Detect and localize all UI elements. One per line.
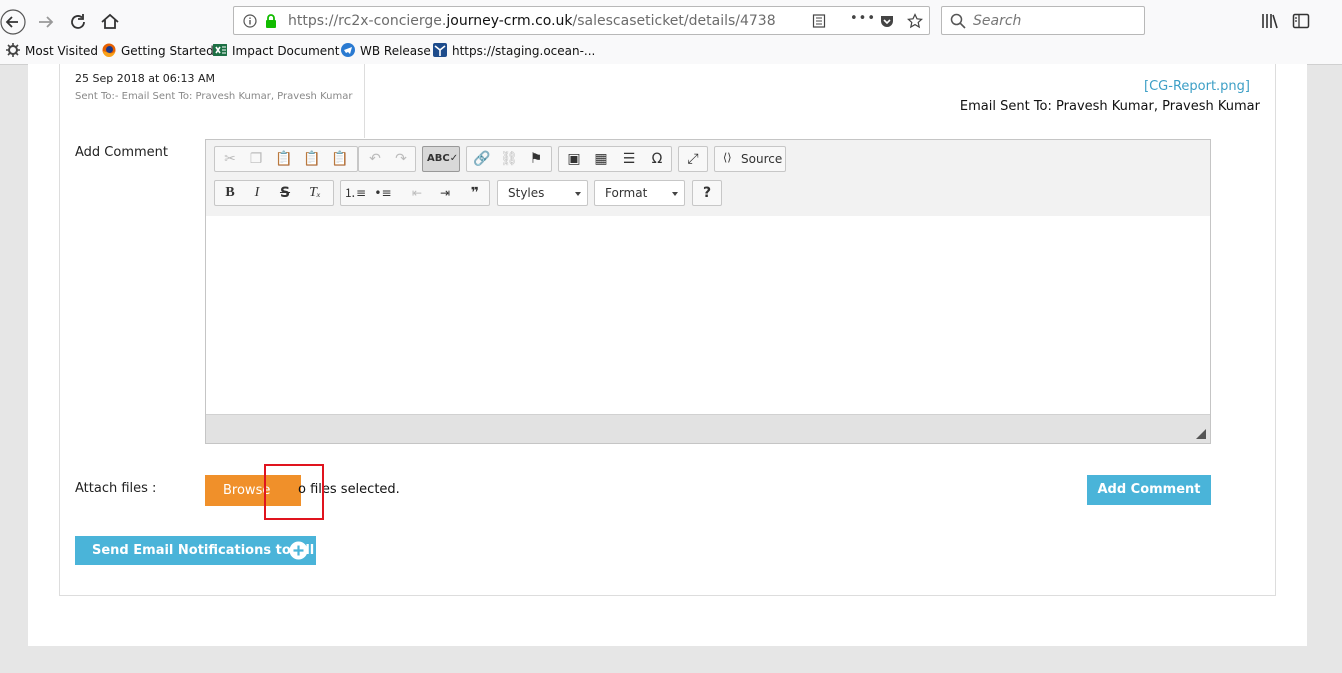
info-icon	[243, 14, 257, 28]
remove-format-icon[interactable]: Tₓ	[303, 183, 327, 203]
pocket-icon[interactable]	[879, 13, 895, 29]
spellcheck-group: ABC✓	[422, 146, 460, 172]
search-input[interactable]: Search	[973, 13, 1021, 29]
bookmark-getting-started[interactable]: Getting Started	[102, 43, 214, 58]
add-comment-button[interactable]: Add Comment	[1087, 475, 1211, 505]
send-email-notifications-button[interactable]: Send Email Notifications to All	[75, 536, 316, 565]
gear-icon	[6, 43, 20, 57]
bookmark-label: Getting Started	[121, 44, 214, 58]
reader-view-icon[interactable]	[812, 14, 826, 28]
unlink-icon[interactable]: ⛓	[497, 149, 521, 169]
special-char-icon[interactable]: Ω	[645, 149, 669, 169]
undo-icon[interactable]: ↶	[363, 149, 387, 169]
strikethrough-icon[interactable]: S	[273, 183, 297, 203]
forward-button[interactable]	[33, 9, 59, 35]
insert-group: ▣ ▦ ☰ Ω	[558, 146, 672, 172]
paste-text-icon[interactable]: 📋	[300, 149, 324, 169]
help-button[interactable]: ?	[692, 180, 722, 206]
url-path: /salescaseticket/details/4738	[572, 13, 776, 29]
url-domain: journey-crm.co.uk	[446, 13, 573, 29]
bookmark-label: WB Release	[360, 44, 431, 58]
link-icon[interactable]: 🔗	[470, 149, 494, 169]
url-text: https://rc2x-concierge.journey-crm.co.uk…	[288, 13, 776, 29]
search-icon	[950, 13, 966, 29]
help-icon: ?	[702, 185, 712, 201]
highlight-box	[264, 464, 324, 520]
url-prefix: https://rc2x-concierge.	[288, 13, 447, 29]
bookmark-wb-release[interactable]: WB Release	[341, 43, 431, 58]
attach-files-label: Attach files :	[75, 481, 157, 496]
format-dropdown[interactable]: Format	[594, 180, 685, 206]
paste-word-icon[interactable]: 📋	[328, 149, 352, 169]
search-bar[interactable]: Search	[941, 6, 1145, 35]
source-button[interactable]: ⟨⟩ Source	[714, 146, 786, 172]
bulleted-list-icon[interactable]: •≡	[371, 183, 395, 203]
home-icon	[101, 13, 119, 29]
spellcheck-icon[interactable]: ABC✓	[427, 149, 458, 169]
italic-icon[interactable]: I	[245, 183, 269, 203]
telegram-icon	[341, 43, 355, 57]
home-button[interactable]	[97, 9, 123, 35]
maximize-icon[interactable]: ⤢	[681, 149, 705, 169]
bold-icon[interactable]: B	[218, 183, 242, 203]
plus-circle-icon	[289, 541, 308, 560]
send-email-notifications-label: Send Email Notifications to All	[92, 543, 315, 558]
bookmark-most-visited[interactable]: Most Visited	[6, 43, 98, 58]
table-icon[interactable]: ▦	[589, 149, 613, 169]
email-sent-to: Email Sent To: Pravesh Kumar, Pravesh Ku…	[959, 99, 1260, 114]
lock-icon	[266, 14, 276, 28]
message-sent-to: Sent To:- Email Sent To: Pravesh Kumar, …	[75, 91, 353, 102]
comment-editor: ✂ ❐ 📋 📋 📋 ↶ ↷ ABC✓ 🔗 ⛓ ⚑ ▣ ▦ ☰ Ω ⤢ ⟨⟩ So…	[205, 139, 1211, 444]
indent-icon[interactable]: ⇥	[433, 183, 457, 203]
reload-icon	[71, 14, 85, 29]
basic-style-group: B I S Tₓ	[214, 180, 334, 206]
back-arrow-icon	[0, 9, 26, 35]
paste-icon[interactable]: 📋	[272, 149, 296, 169]
styles-dropdown[interactable]: Styles	[497, 180, 588, 206]
link-group: 🔗 ⛓ ⚑	[466, 146, 552, 172]
source-label: Source	[741, 152, 783, 166]
site-icon	[433, 43, 447, 57]
library-icon[interactable]	[1261, 12, 1279, 30]
excel-icon	[213, 44, 227, 56]
editor-status-bar	[206, 414, 1210, 443]
browser-chrome: https://rc2x-concierge.journey-crm.co.uk…	[0, 0, 1342, 65]
undo-group: ↶ ↷	[358, 146, 416, 172]
bookmark-star-icon[interactable]	[907, 13, 923, 29]
page-actions-icon[interactable]: •••	[850, 11, 876, 26]
bookmark-label: https://staging.ocean-...	[452, 44, 596, 58]
bookmark-staging-ocean[interactable]: https://staging.ocean-...	[433, 43, 595, 58]
firefox-icon	[102, 43, 116, 57]
attachment-link[interactable]: [CG-Report.png]	[1144, 79, 1250, 94]
bookmark-impact-document[interactable]: Impact Document	[213, 43, 339, 58]
maximize-group: ⤢	[678, 146, 708, 172]
list-group: ⒈≡ •≡ ⇤ ⇥ ❞	[340, 180, 490, 206]
copy-icon[interactable]: ❐	[244, 149, 268, 169]
url-bar[interactable]: https://rc2x-concierge.journey-crm.co.uk…	[233, 6, 930, 35]
editor-toolbar: ✂ ❐ 📋 📋 📋 ↶ ↷ ABC✓ 🔗 ⛓ ⚑ ▣ ▦ ☰ Ω ⤢ ⟨⟩ So…	[206, 140, 1210, 217]
numbered-list-icon[interactable]: ⒈≡	[343, 183, 367, 203]
horizontal-line-icon[interactable]: ☰	[617, 149, 641, 169]
source-icon: ⟨⟩	[723, 151, 732, 164]
message-date: 25 Sep 2018 at 06:13 AM	[75, 72, 215, 85]
cut-icon[interactable]: ✂	[218, 149, 242, 169]
resize-handle-icon[interactable]	[1196, 429, 1206, 439]
image-icon[interactable]: ▣	[562, 149, 586, 169]
editor-content-area[interactable]	[206, 216, 1210, 415]
add-comment-label: Add Comment	[75, 145, 168, 160]
redo-icon[interactable]: ↷	[389, 149, 413, 169]
outdent-icon[interactable]: ⇤	[405, 183, 429, 203]
forward-arrow-icon	[39, 16, 54, 28]
blockquote-icon[interactable]: ❞	[463, 183, 487, 203]
message-divider	[364, 64, 365, 138]
bookmark-label: Impact Document	[232, 44, 340, 58]
reload-button[interactable]	[65, 9, 91, 35]
anchor-flag-icon[interactable]: ⚑	[524, 149, 548, 169]
clipboard-group: ✂ ❐ 📋 📋 📋	[214, 146, 358, 172]
back-button[interactable]	[0, 9, 26, 35]
sidebar-toggle-icon[interactable]	[1292, 12, 1310, 30]
bookmark-label: Most Visited	[25, 44, 99, 58]
